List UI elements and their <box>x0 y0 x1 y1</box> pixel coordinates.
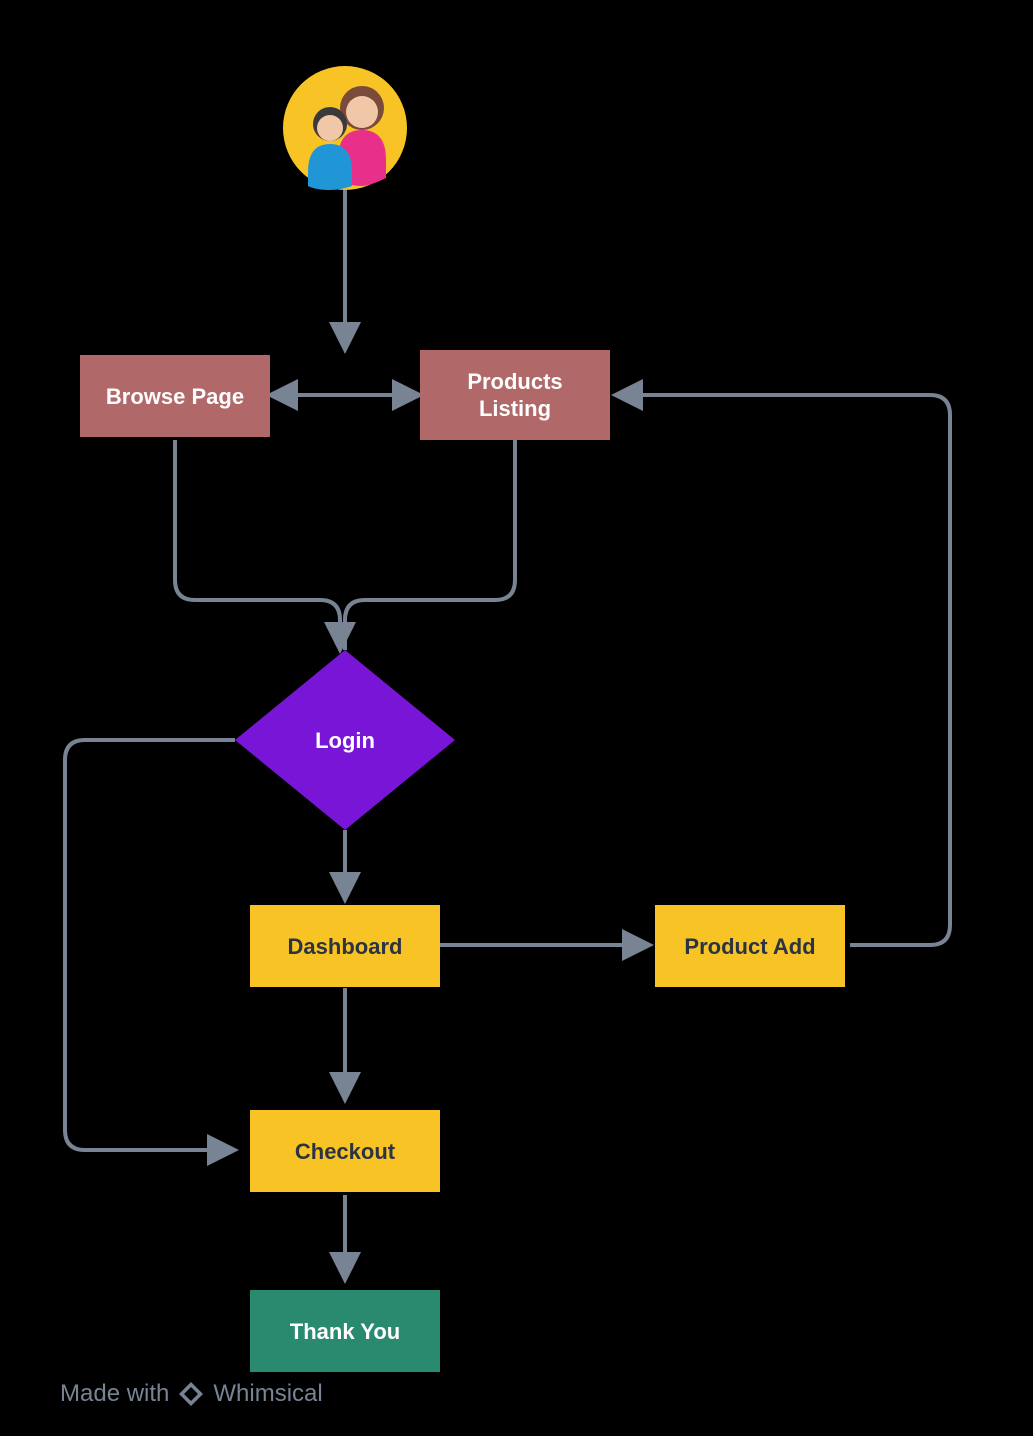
product-add-node: Product Add <box>655 905 845 987</box>
edge-browse-to-login <box>175 440 340 650</box>
dashboard-node: Dashboard <box>250 905 440 987</box>
footer-attribution: Made with Whimsical <box>60 1380 323 1408</box>
browse-page-label: Browse Page <box>106 384 244 409</box>
flow-diagram: Browse Page Products Listing Login Dashb… <box>0 0 1033 1436</box>
checkout-node: Checkout <box>250 1110 440 1192</box>
thank-you-label: Thank You <box>290 1319 400 1344</box>
footer-made-with: Made with <box>60 1380 169 1408</box>
edge-login-to-checkout <box>65 740 235 1150</box>
whimsical-logo-icon <box>177 1380 205 1408</box>
edge-products-to-login <box>345 440 515 650</box>
login-label: Login <box>315 728 375 753</box>
login-node: Login <box>235 650 455 830</box>
products-listing-node: Products Listing <box>420 350 610 440</box>
checkout-label: Checkout <box>295 1139 396 1164</box>
edge-productadd-to-products <box>615 395 950 945</box>
browse-page-node: Browse Page <box>80 355 270 437</box>
thank-you-node: Thank You <box>250 1290 440 1372</box>
product-add-label: Product Add <box>684 934 815 959</box>
products-listing-label-2: Listing <box>479 396 551 421</box>
dashboard-label: Dashboard <box>288 934 403 959</box>
user-node <box>283 66 407 190</box>
products-listing-label-1: Products <box>467 369 562 394</box>
footer-brand: Whimsical <box>213 1380 322 1408</box>
